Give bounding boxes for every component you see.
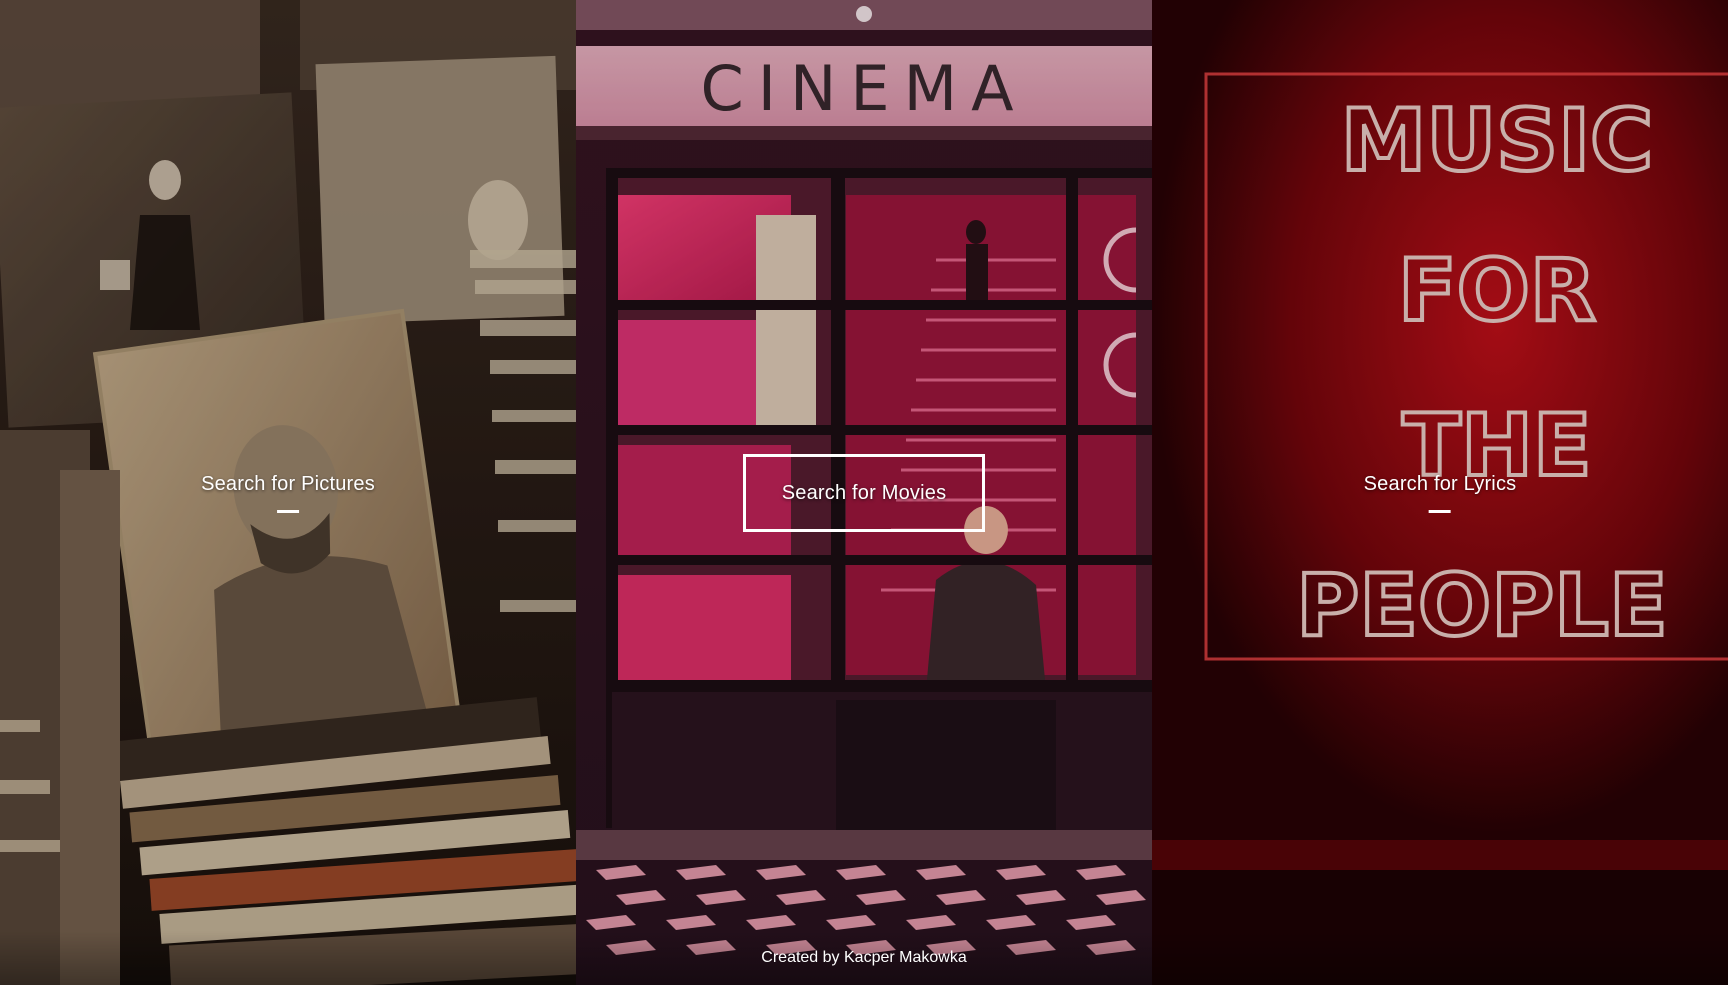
footer-credit: Created by Kacper Makowka [761, 949, 967, 966]
underline-dash [1429, 510, 1451, 513]
footer: Created by Kacper Makowka [0, 931, 1728, 985]
search-lyrics-label: Search for Lyrics [1363, 473, 1517, 495]
neon-line-2: FOR [1398, 241, 1596, 341]
search-category-chooser: Search for Pictures CINEMA Search for Mo… [0, 0, 1728, 985]
search-lyrics-button[interactable]: Search for Lyrics [1360, 473, 1521, 513]
pictures-panel[interactable]: Search for Pictures [0, 0, 576, 985]
search-pictures-button[interactable]: Search for Pictures [197, 473, 379, 513]
neon-line-4: PEOPLE [1296, 556, 1667, 656]
underline-dash [277, 510, 299, 513]
cinema-sign-text: CINEMA [700, 52, 1027, 125]
search-pictures-label: Search for Pictures [201, 473, 375, 495]
lyrics-panel[interactable]: MUSIC FOR THE PEOPLE Search for Lyrics [1152, 0, 1728, 985]
search-movies-button[interactable]: Search for Movies [743, 454, 985, 532]
search-movies-label: Search for Movies [781, 481, 947, 504]
neon-line-1: MUSIC [1341, 91, 1653, 191]
movies-panel[interactable]: CINEMA Search for Movies [576, 0, 1152, 985]
